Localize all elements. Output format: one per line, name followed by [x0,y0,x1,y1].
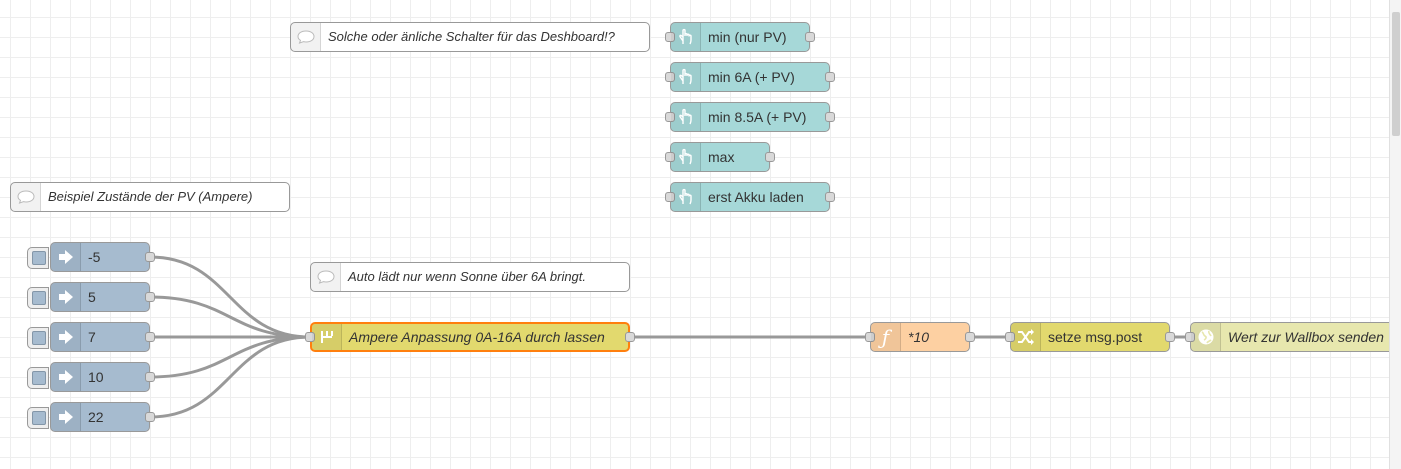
dashboard-button-node-5[interactable]: erst Akku laden [665,182,835,212]
output-port[interactable] [625,332,635,342]
http-label: Wert zur Wallbox senden [1228,329,1384,345]
http-request-node[interactable]: Wert zur Wallbox senden [1185,322,1400,352]
arrow-right-icon [51,243,81,271]
inject-node-4[interactable]: 10 [27,362,155,392]
output-port[interactable] [1165,332,1175,342]
dashboard-button-label: min 8.5A (+ PV) [708,109,807,125]
inject-label: 5 [88,289,96,305]
dashboard-button-label: min 6A (+ PV) [708,69,795,85]
inject-label: 22 [88,409,104,425]
arrow-right-icon [51,323,81,351]
switch-node[interactable]: Ampere Anpassung 0A-16A durch lassen [305,322,635,352]
vertical-scrollbar[interactable] [1389,0,1401,469]
comment-icon [11,183,41,211]
comment-node-dashboard[interactable]: Solche oder änliche Schalter für das Des… [290,22,650,52]
inject-node-3[interactable]: 7 [27,322,155,352]
inject-node-2[interactable]: 5 [27,282,155,312]
inject-label: 7 [88,329,96,345]
comment-icon [311,263,341,291]
inject-trigger-button[interactable] [27,247,49,269]
dashboard-button-label: min (nur PV) [708,29,787,45]
comment-node-auto-charge[interactable]: Auto lädt nur wenn Sonne über 6A bringt. [310,262,630,292]
dashboard-button-node-1[interactable]: min (nur PV) [665,22,815,52]
output-port[interactable] [825,72,835,82]
inject-node-1[interactable]: -5 [27,242,155,272]
comment-icon [291,23,321,51]
output-port[interactable] [145,332,155,342]
dashboard-button-node-4[interactable]: max [665,142,775,172]
arrow-right-icon [51,403,81,431]
change-label: setze msg.post [1048,329,1143,345]
function-icon: ƒ [871,323,901,351]
wire-inject-5-to-switch [149,335,311,419]
output-port[interactable] [145,252,155,262]
function-label: *10 [908,329,930,345]
hand-pointer-icon [671,103,701,131]
inject-trigger-button[interactable] [27,407,49,429]
comment-text: Auto lädt nur wenn Sonne über 6A bringt. [348,269,587,284]
scrollbar-thumb[interactable] [1392,12,1400,136]
comment-text: Beispiel Zustände der PV (Ampere) [48,189,253,204]
wire-inject-2-to-switch [149,295,311,339]
dashboard-button-label: max [708,149,735,165]
output-port[interactable] [145,292,155,302]
hand-pointer-icon [671,63,701,91]
inject-label: 10 [88,369,104,385]
hand-pointer-icon [671,183,701,211]
function-node[interactable]: ƒ *10 [865,322,975,352]
output-port[interactable] [765,152,775,162]
hand-pointer-icon [671,143,701,171]
hand-pointer-icon [671,23,701,51]
globe-icon [1191,323,1221,351]
inject-trigger-button[interactable] [27,367,49,389]
inject-node-5[interactable]: 22 [27,402,155,432]
output-port[interactable] [965,332,975,342]
arrow-right-icon [51,283,81,311]
dashboard-button-node-3[interactable]: min 8.5A (+ PV) [665,102,835,132]
switch-icon [312,324,342,350]
inject-trigger-button[interactable] [27,287,49,309]
switch-label: Ampere Anpassung 0A-16A durch lassen [349,329,605,345]
dashboard-button-label: erst Akku laden [708,189,804,205]
arrow-right-icon [51,363,81,391]
dashboard-button-node-2[interactable]: min 6A (+ PV) [665,62,835,92]
output-port[interactable] [145,372,155,382]
inject-trigger-button[interactable] [27,327,49,349]
comment-node-pv-states[interactable]: Beispiel Zustände der PV (Ampere) [10,182,290,212]
wire-inject-1-to-switch [149,255,311,339]
output-port[interactable] [825,192,835,202]
output-port[interactable] [805,32,815,42]
change-node[interactable]: setze msg.post [1005,322,1175,352]
inject-label: -5 [88,249,101,265]
comment-text: Solche oder änliche Schalter für das Des… [328,29,615,44]
shuffle-icon [1011,323,1041,351]
output-port[interactable] [825,112,835,122]
output-port[interactable] [145,412,155,422]
wire-inject-4-to-switch [149,335,311,379]
